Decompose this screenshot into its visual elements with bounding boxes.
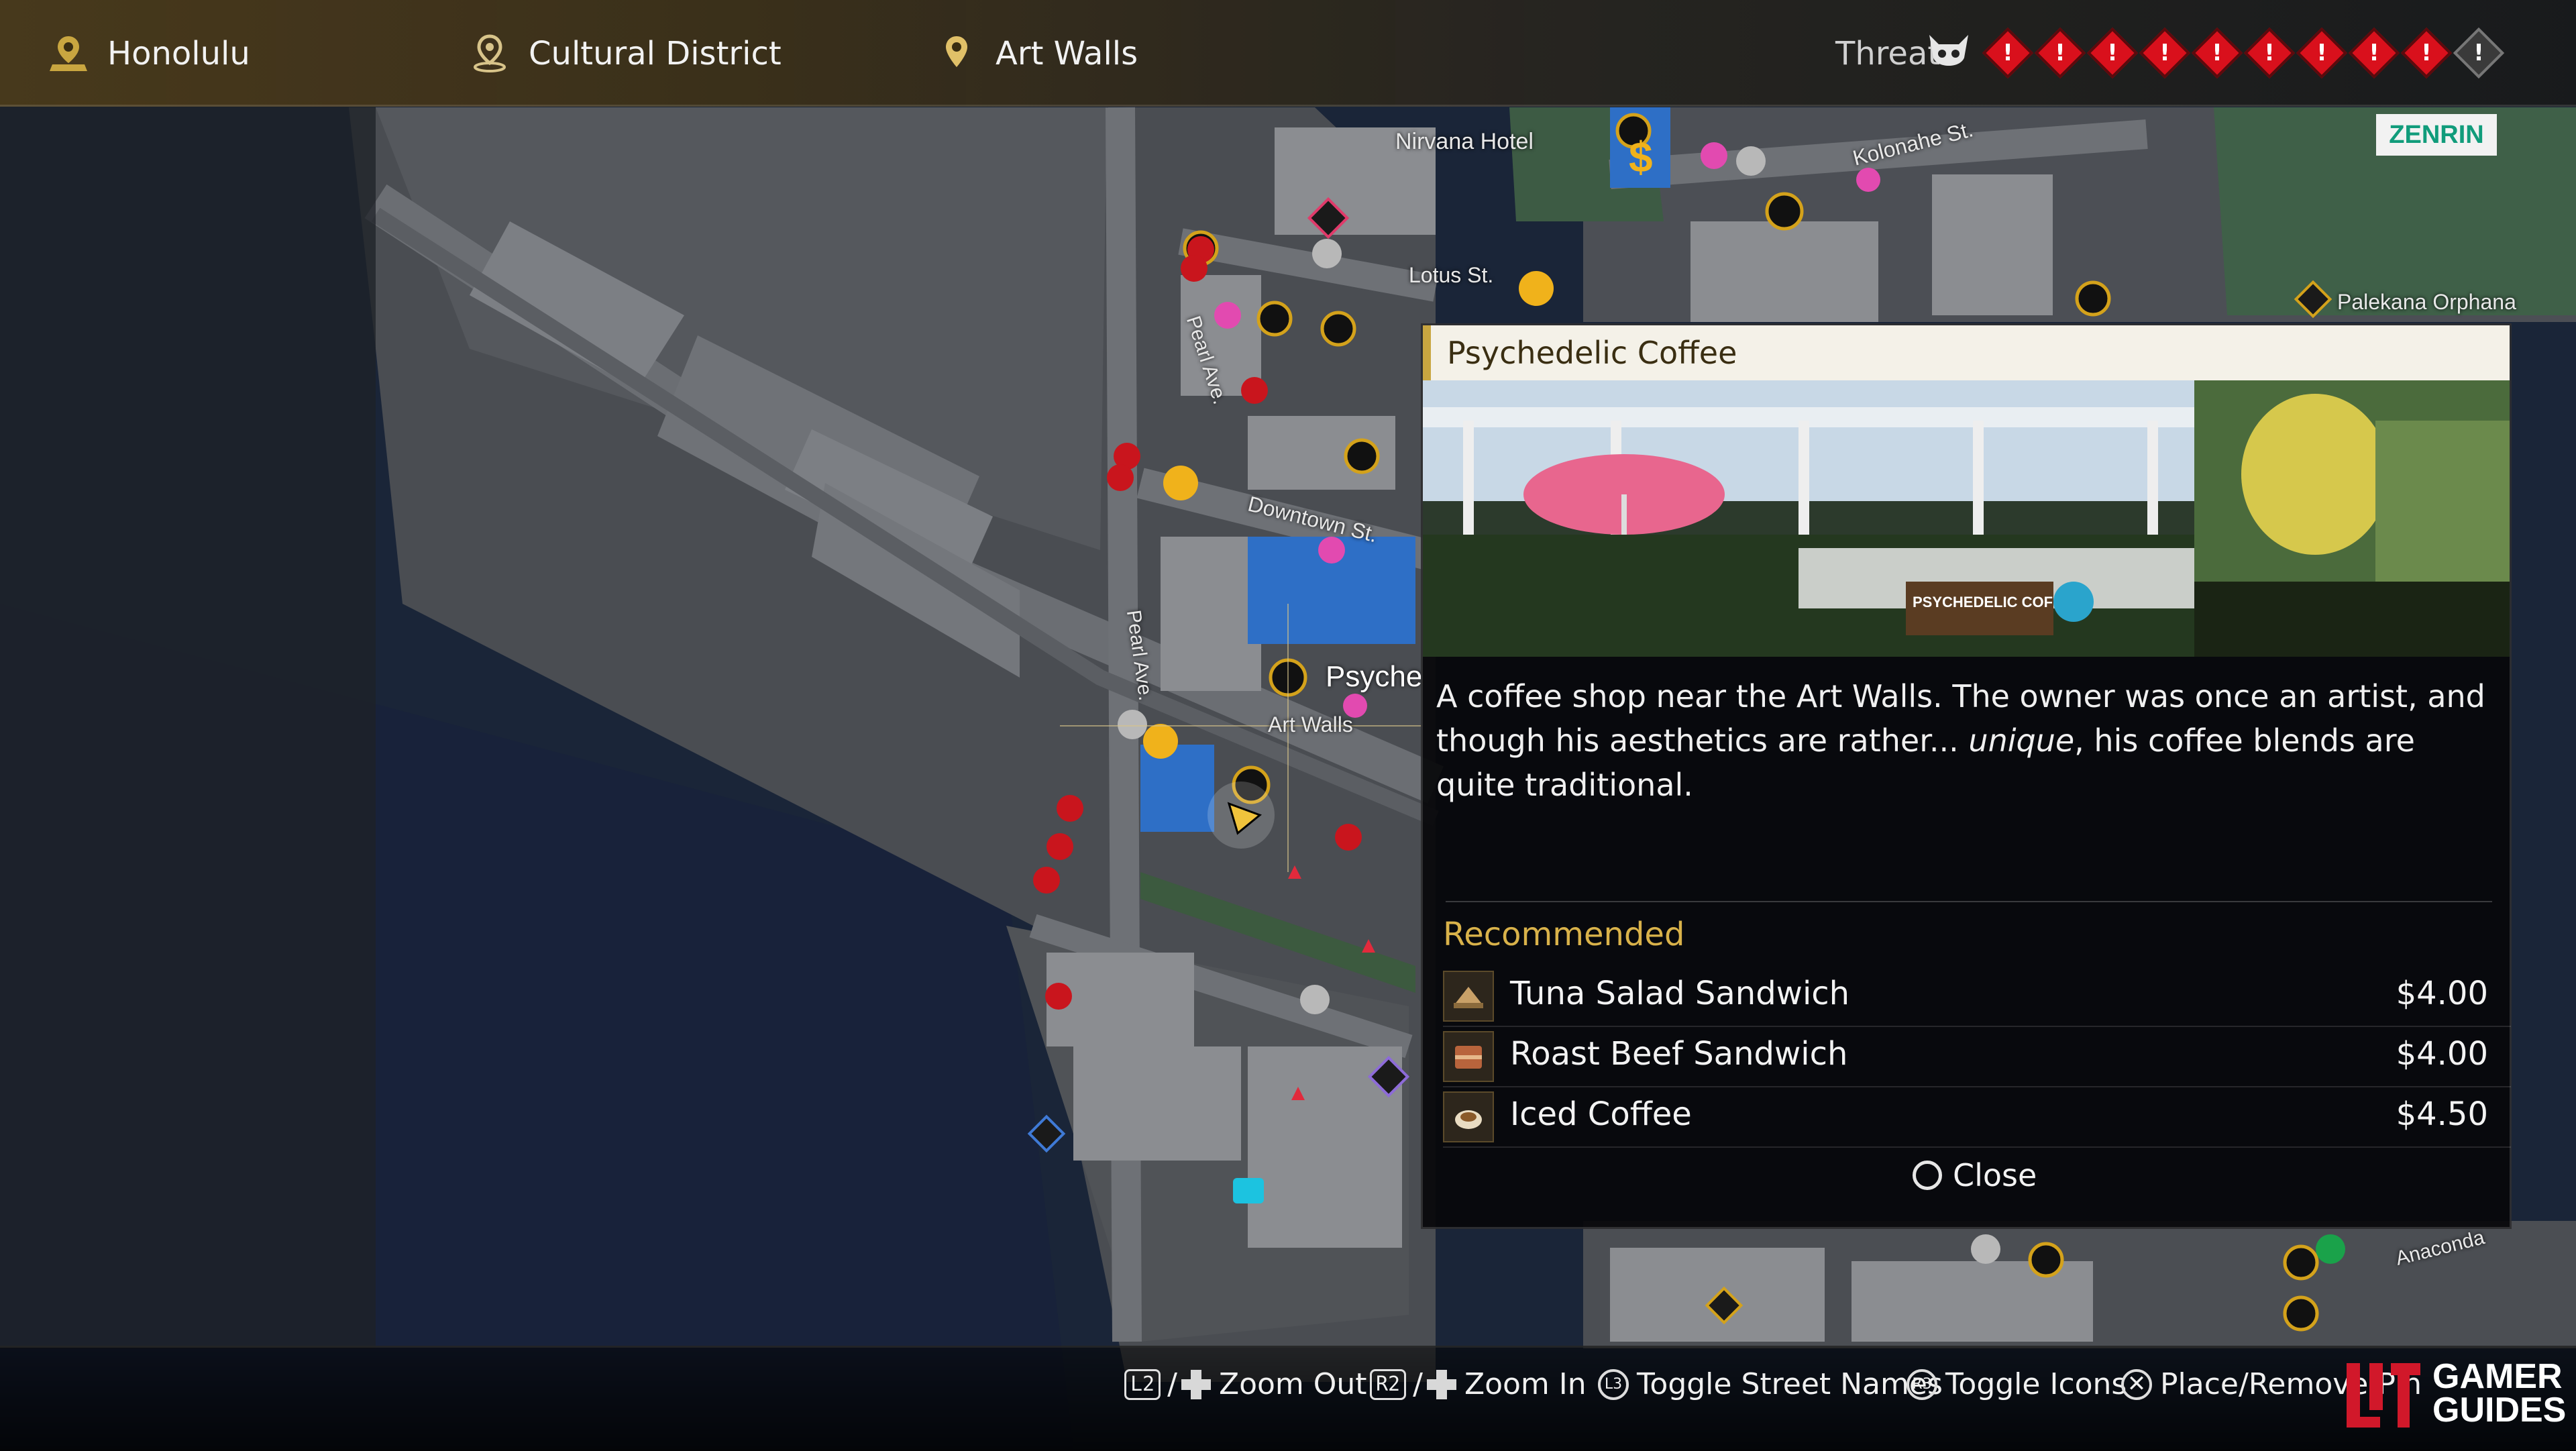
location-area-label: Art Walls bbox=[996, 35, 1138, 72]
threat-meter: !!!!!!!!!! bbox=[1925, 27, 2513, 79]
zoom-in-control[interactable]: R2 / Zoom In bbox=[1370, 1367, 1587, 1401]
recommended-item: Tuna Salad Sandwich $4.00 bbox=[1443, 967, 2511, 1027]
location-district: Cultural District bbox=[470, 34, 782, 74]
threat-level-filled-icon: ! bbox=[1982, 27, 2034, 79]
sandwich-icon bbox=[1443, 971, 1494, 1022]
zoom-out-label: Zoom Out bbox=[1218, 1367, 1367, 1401]
location-city: Honolulu bbox=[48, 34, 250, 74]
threat-level-filled-icon: ! bbox=[2191, 27, 2243, 79]
map-pin-city-icon bbox=[50, 36, 87, 71]
location-area: Art Walls bbox=[936, 34, 1138, 74]
threat-level-filled-icon: ! bbox=[2348, 27, 2400, 79]
location-district-label: Cultural District bbox=[529, 35, 782, 72]
shop-photo-image: PSYCHEDELIC COFFEE bbox=[1423, 380, 2510, 657]
logo-line-2: GUIDES bbox=[2432, 1391, 2567, 1430]
item-name: Roast Beef Sandwich bbox=[1510, 1035, 1848, 1073]
toggle-icons-label: Toggle Icons bbox=[1945, 1367, 2127, 1401]
gamer-guides-text: GAMER GUIDES bbox=[2432, 1357, 2567, 1430]
threat-level-filled-icon: ! bbox=[2296, 27, 2348, 79]
map-label-palekana: Palekana Orphana bbox=[2337, 290, 2516, 314]
dpad-icon bbox=[1181, 1369, 1211, 1399]
map-pin-outline-icon bbox=[474, 34, 506, 72]
zoom-out-control[interactable]: L2 / Zoom Out bbox=[1124, 1367, 1367, 1401]
close-label: Close bbox=[1953, 1157, 2037, 1193]
close-button[interactable]: Close bbox=[1913, 1157, 2037, 1193]
toggle-street-names-control[interactable]: L3 Toggle Street Names bbox=[1598, 1367, 1943, 1401]
circle-button-icon bbox=[1913, 1161, 1942, 1190]
map-label-art-walls: Art Walls bbox=[1268, 712, 1353, 737]
shop-description: A coffee shop near the Art Walls. The ow… bbox=[1436, 674, 2496, 807]
recommended-list: Tuna Salad Sandwich $4.00 Roast Beef San… bbox=[1443, 967, 2511, 1148]
dpad-icon bbox=[1426, 1369, 1456, 1399]
recommended-item: Roast Beef Sandwich $4.00 bbox=[1443, 1027, 2511, 1087]
threat-diamonds: !!!!!!!!!! bbox=[1982, 27, 2513, 79]
zenrin-badge: ZENRIN bbox=[2376, 114, 2497, 156]
threat-level-filled-icon: ! bbox=[2243, 27, 2296, 79]
threat-level-empty-icon: ! bbox=[2453, 27, 2505, 79]
item-name: Iced Coffee bbox=[1510, 1095, 1692, 1133]
threat-level-filled-icon: ! bbox=[2034, 27, 2086, 79]
divider bbox=[1446, 901, 2492, 902]
demon-mask-icon bbox=[1929, 35, 1968, 66]
separator: / bbox=[1167, 1367, 1177, 1401]
panel-title: Psychedelic Coffee bbox=[1423, 325, 2510, 380]
location-info-panel: Psychedelic Coffee PSYCHEDELIC COFFEE A … bbox=[1421, 323, 2512, 1229]
item-price: $4.50 bbox=[2396, 1095, 2488, 1133]
map-label-psyche: Psyche bbox=[1326, 660, 1423, 693]
description-emphasis: unique bbox=[1968, 722, 2075, 759]
r2-button-icon: R2 bbox=[1370, 1368, 1407, 1400]
toggle-icons-control[interactable]: R3 Toggle Icons bbox=[1907, 1367, 2127, 1401]
threat-level-filled-icon: ! bbox=[2086, 27, 2139, 79]
zoom-in-label: Zoom In bbox=[1464, 1367, 1587, 1401]
gamer-guides-mark-icon bbox=[2347, 1363, 2420, 1428]
gamer-guides-logo: GAMER GUIDES bbox=[2340, 1356, 2566, 1430]
map-pin-icon bbox=[946, 36, 967, 67]
threat-level-filled-icon: ! bbox=[2139, 27, 2191, 79]
threat-label: Threat bbox=[1835, 35, 1941, 72]
l2-button-icon: L2 bbox=[1124, 1368, 1161, 1400]
l3-stick-icon: L3 bbox=[1598, 1368, 1629, 1400]
location-bar: Honolulu Cultural District Art Walls Thr… bbox=[0, 0, 2576, 107]
item-name: Tuna Salad Sandwich bbox=[1510, 975, 1850, 1012]
recommended-label: Recommended bbox=[1443, 916, 1685, 953]
coffee-cup-icon bbox=[1443, 1091, 1494, 1142]
logo-line-1: GAMER bbox=[2432, 1357, 2563, 1396]
cross-button-icon: ✕ bbox=[2121, 1368, 2152, 1400]
item-price: $4.00 bbox=[2396, 975, 2488, 1012]
shop-photo: PSYCHEDELIC COFFEE bbox=[1423, 380, 2510, 657]
threat-level-filled-icon: ! bbox=[2400, 27, 2453, 79]
map-label-nirvana-hotel: Nirvana Hotel bbox=[1395, 129, 1534, 154]
separator: / bbox=[1413, 1367, 1423, 1401]
item-price: $4.00 bbox=[2396, 1035, 2488, 1073]
location-city-label: Honolulu bbox=[107, 35, 250, 72]
recommended-item: Iced Coffee $4.50 bbox=[1443, 1087, 2511, 1148]
svg-text:$: $ bbox=[1629, 133, 1653, 181]
r3-stick-icon: R3 bbox=[1907, 1368, 1937, 1400]
map-label-lotus-st: Lotus St. bbox=[1409, 263, 1494, 287]
toggle-street-names-label: Toggle Street Names bbox=[1637, 1367, 1943, 1401]
sandwich-icon bbox=[1443, 1031, 1494, 1082]
